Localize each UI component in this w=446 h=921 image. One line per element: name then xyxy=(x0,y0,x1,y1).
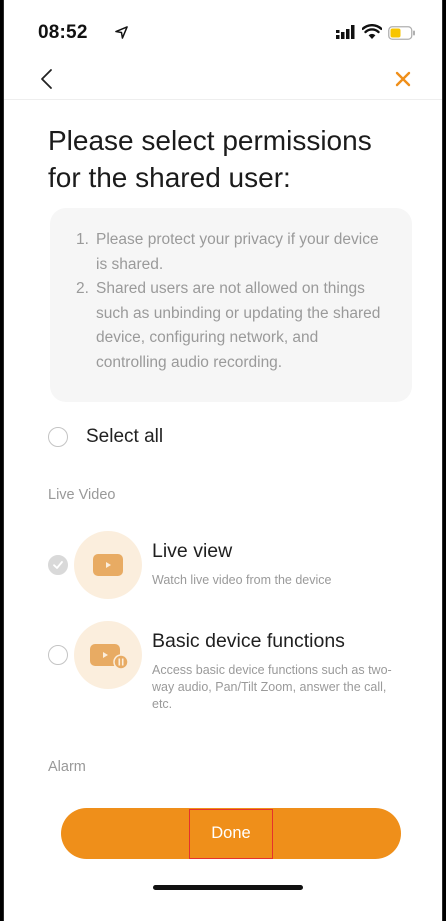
battery-icon xyxy=(388,26,415,40)
basic-functions-title: Basic device functions xyxy=(152,630,345,652)
notice-number: 1. xyxy=(76,231,89,248)
checkmark-icon xyxy=(53,561,63,569)
privacy-notice: 1. Please protect your privacy if your d… xyxy=(50,208,412,402)
back-button[interactable] xyxy=(32,64,62,94)
notice-item: 1. Please protect your privacy if your d… xyxy=(76,228,390,277)
phone-screen: 08:52 Please select permissions for the … xyxy=(3,0,443,921)
close-icon xyxy=(395,71,411,87)
home-indicator xyxy=(153,885,303,890)
chevron-left-icon xyxy=(41,69,52,89)
live-view-title: Live view xyxy=(152,540,233,562)
live-view-thumbnail xyxy=(74,531,142,599)
status-time: 08:52 xyxy=(38,22,88,43)
basic-functions-thumbnail xyxy=(74,621,142,689)
location-arrow-icon xyxy=(115,26,128,39)
section-live-video-label: Live Video xyxy=(48,487,116,503)
notice-text: Please protect your privacy if your devi… xyxy=(96,231,379,273)
basic-functions-description: Access basic device functions such as tw… xyxy=(152,663,392,711)
select-all-option[interactable]: Select all xyxy=(48,424,163,450)
done-button[interactable]: Done xyxy=(61,808,401,859)
permission-basic-device-functions[interactable]: Basic device functions Access basic devi… xyxy=(48,620,412,720)
nav-bar xyxy=(4,60,442,100)
done-button-label: Done xyxy=(189,808,273,859)
video-play-icon xyxy=(93,554,123,576)
close-button[interactable] xyxy=(390,66,416,92)
live-view-description: Watch live video from the device xyxy=(152,573,332,587)
live-view-radio[interactable] xyxy=(48,555,68,575)
notice-text: Shared users are not allowed on things s… xyxy=(96,280,381,371)
notice-number: 2. xyxy=(76,280,89,297)
device-functions-icon xyxy=(90,644,129,670)
wifi-icon xyxy=(362,24,382,39)
select-all-radio[interactable] xyxy=(48,427,68,447)
select-all-label: Select all xyxy=(86,426,164,447)
section-alarm-label: Alarm xyxy=(48,759,86,775)
permission-live-view[interactable]: Live view Watch live video from the devi… xyxy=(48,530,412,610)
cellular-signal-icon xyxy=(336,25,355,39)
notice-item: 2. Shared users are not allowed on thing… xyxy=(76,277,390,375)
basic-functions-radio[interactable] xyxy=(48,645,68,665)
page-title: Please select permissions for the shared… xyxy=(48,125,372,193)
